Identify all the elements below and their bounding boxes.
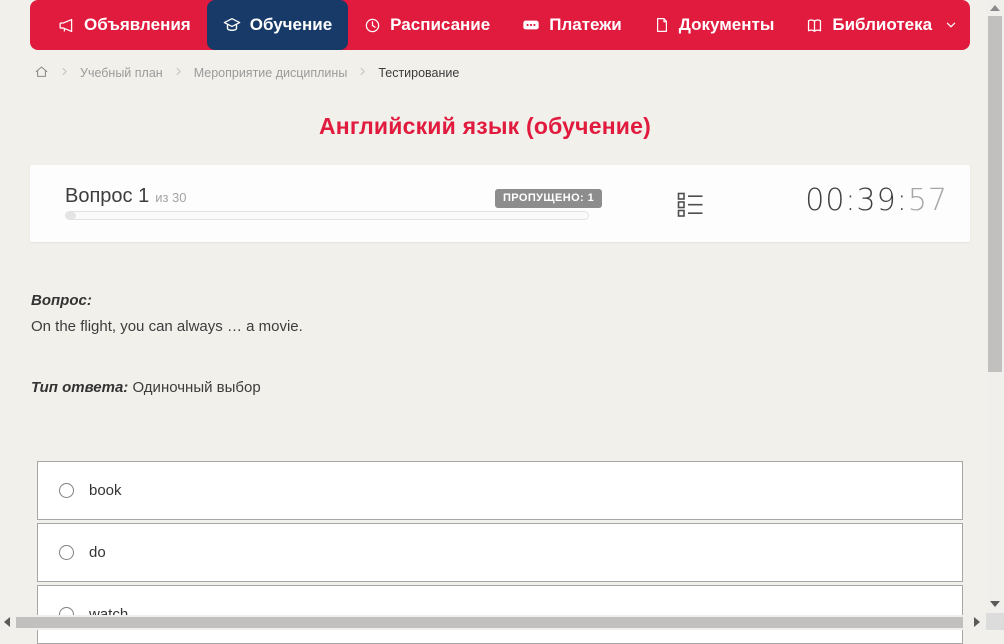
answer-type-line: Тип ответа: Одиночный выбор: [31, 379, 261, 396]
vertical-scrollbar-thumb[interactable]: [988, 16, 1002, 372]
nav-item-label: Документы: [679, 15, 775, 35]
main-navbar: Объявления Обучение Расписание Платежи Д…: [30, 0, 970, 50]
scrollbar-corner: [986, 613, 1004, 630]
banknote-icon: [522, 16, 540, 34]
page-title: Английский язык (обучение): [0, 113, 970, 140]
radio-button[interactable]: [59, 545, 74, 560]
answer-option-book[interactable]: book: [37, 461, 963, 520]
chevron-right-icon: [59, 66, 70, 80]
scroll-right-arrow[interactable]: [974, 617, 980, 627]
option-label: do: [89, 544, 106, 561]
answer-type-label: Тип ответа:: [31, 379, 128, 396]
clock-icon: [364, 17, 381, 34]
nav-item-label: Библиотека: [832, 15, 932, 35]
nav-item-documents[interactable]: Документы: [638, 0, 791, 50]
question-progress-fill: [66, 212, 76, 219]
breadcrumb-testing: Тестирование: [378, 66, 459, 80]
nav-item-label: Расписание: [390, 15, 490, 35]
scroll-left-arrow[interactable]: [4, 617, 10, 627]
chevron-right-icon: [173, 66, 184, 80]
nav-item-schedule[interactable]: Расписание: [348, 0, 506, 50]
question-number-label: Вопрос 1: [65, 185, 149, 207]
vertical-scrollbar[interactable]: [986, 0, 1004, 613]
nav-item-label: Объявления: [84, 15, 191, 35]
megaphone-icon: [58, 17, 75, 34]
answer-option-do[interactable]: do: [37, 523, 963, 582]
timer-seconds: 57: [908, 183, 948, 218]
document-icon: [654, 17, 670, 33]
question-panel: Вопрос 1 из 30 ПРОПУЩЕНО: 1 00:39:57: [30, 165, 970, 242]
nav-item-library[interactable]: Библиотека: [790, 0, 973, 50]
horizontal-scrollbar-thumb[interactable]: [16, 617, 963, 628]
nav-item-announcements[interactable]: Объявления: [42, 0, 207, 50]
breadcrumb: Учебный план Мероприятие дисциплины Тест…: [34, 62, 459, 84]
question-total-label: из 30: [155, 190, 186, 205]
chevron-down-icon: [945, 19, 957, 31]
question-list-button[interactable]: [675, 191, 705, 221]
scroll-up-arrow[interactable]: [990, 5, 1000, 11]
question-list-icon: [677, 191, 704, 221]
nav-item-payments[interactable]: Платежи: [506, 0, 638, 50]
home-icon[interactable]: [34, 64, 49, 82]
chevron-right-icon: [357, 66, 368, 80]
open-book-icon: [806, 17, 823, 34]
nav-item-label: Обучение: [250, 15, 332, 35]
question-text: On the flight, you can always … a movie.: [31, 318, 303, 335]
graduation-cap-icon: [223, 16, 241, 34]
answer-type-value: Одиночный выбор: [132, 379, 260, 396]
breadcrumb-curriculum[interactable]: Учебный план: [80, 66, 163, 80]
nav-item-learning[interactable]: Обучение: [207, 0, 348, 50]
option-label: book: [89, 482, 122, 499]
question-number: Вопрос 1 из 30: [65, 185, 187, 208]
horizontal-scrollbar[interactable]: [0, 615, 986, 630]
scroll-down-arrow[interactable]: [990, 601, 1000, 607]
skipped-badge: ПРОПУЩЕНО: 1: [495, 189, 602, 208]
question-progress-bar: [65, 211, 589, 220]
nav-item-label: Платежи: [549, 15, 622, 35]
breadcrumb-discipline-event[interactable]: Мероприятие дисциплины: [194, 66, 348, 80]
timer: 00:39:57: [805, 183, 948, 218]
question-label: Вопрос:: [31, 292, 92, 309]
timer-hours-minutes: 00:39:: [805, 183, 908, 218]
radio-button[interactable]: [59, 483, 74, 498]
